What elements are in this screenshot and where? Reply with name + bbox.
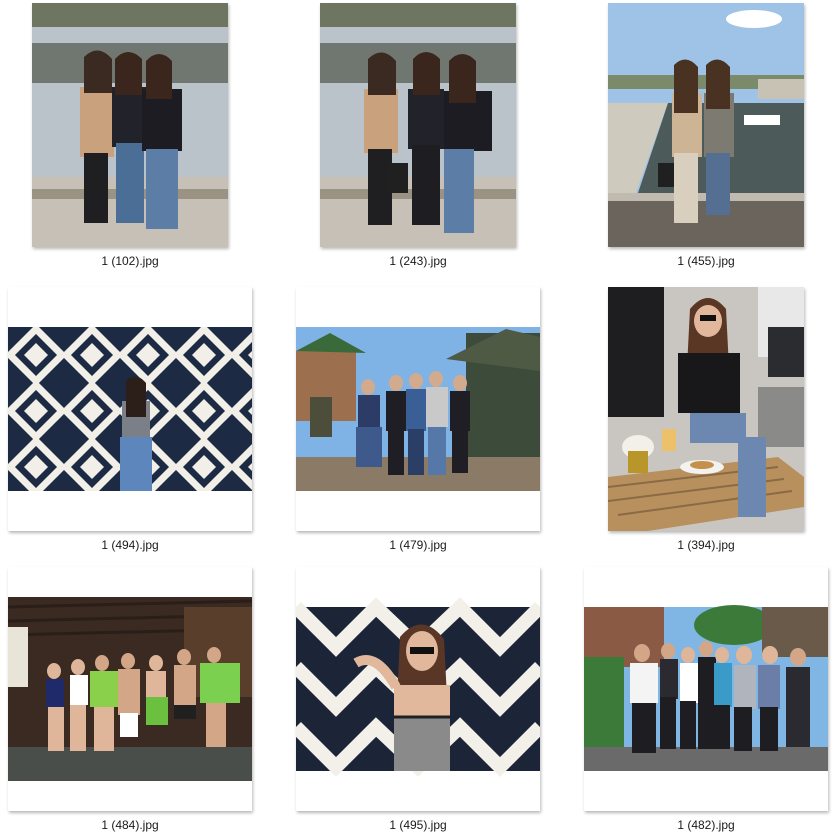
file-tile[interactable]: 1 (495).jpg: [288, 564, 548, 834]
file-name-label: 1 (243).jpg: [389, 254, 447, 268]
landscape-photo-icon: [8, 567, 252, 811]
file-tile[interactable]: 1 (484).jpg: [0, 564, 260, 834]
file-tile[interactable]: 1 (394).jpg: [576, 284, 836, 554]
file-name-label: 1 (102).jpg: [101, 254, 159, 268]
file-name-label: 1 (482).jpg: [677, 818, 735, 832]
file-tile[interactable]: 1 (479).jpg: [288, 284, 548, 554]
landscape-photo-icon: [296, 567, 540, 811]
landscape-photo-icon: [584, 567, 828, 811]
file-tile[interactable]: 1 (243).jpg: [288, 0, 548, 270]
file-name-label: 1 (394).jpg: [677, 538, 735, 552]
file-tile[interactable]: 1 (102).jpg: [0, 0, 260, 270]
landscape-photo-icon: [8, 287, 252, 531]
file-tile[interactable]: 1 (482).jpg: [576, 564, 836, 834]
portrait-photo-icon: [608, 287, 804, 531]
file-tile[interactable]: 1 (494).jpg: [0, 284, 260, 554]
file-name-label: 1 (455).jpg: [677, 254, 735, 268]
file-tile[interactable]: 1 (455).jpg: [576, 0, 836, 270]
file-name-label: 1 (479).jpg: [389, 538, 447, 552]
landscape-photo-icon: [296, 287, 540, 531]
file-name-label: 1 (495).jpg: [389, 818, 447, 832]
file-name-label: 1 (484).jpg: [101, 818, 159, 832]
portrait-photo-icon: [32, 3, 228, 247]
thumbnail-grid: 1 (102).jpg 1 (243).jpg 1 (455).jpg 1 (4…: [0, 0, 838, 832]
file-name-label: 1 (494).jpg: [101, 538, 159, 552]
portrait-photo-icon: [608, 3, 804, 247]
portrait-photo-icon: [320, 3, 516, 247]
